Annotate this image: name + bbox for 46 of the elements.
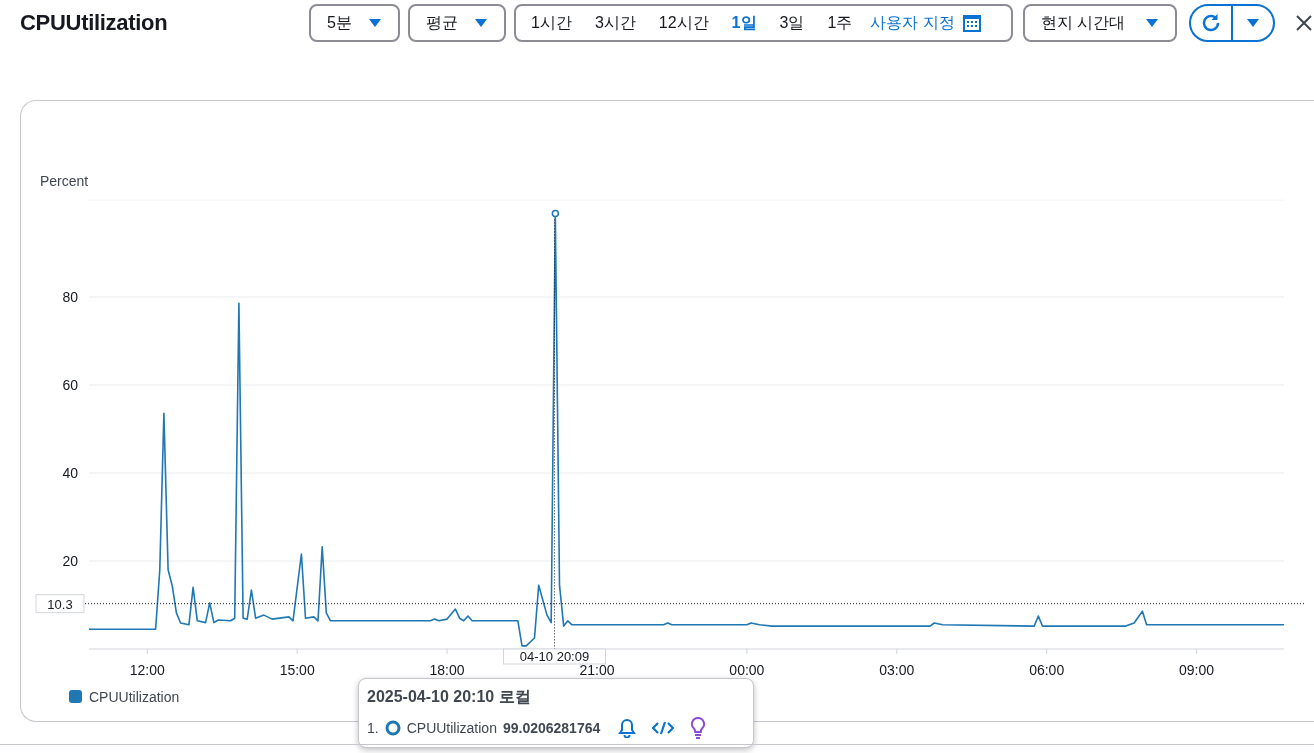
x-tick-label: 03:00: [879, 662, 915, 678]
time-range-option[interactable]: 1주: [818, 12, 862, 34]
y-tick-label: 40: [62, 465, 78, 481]
time-range-option[interactable]: 12시간: [649, 12, 718, 34]
statistic-dropdown[interactable]: 평균: [408, 4, 506, 42]
x-tick-label: 15:00: [279, 662, 315, 678]
x-tick-label: 09:00: [1179, 662, 1215, 678]
x-value-label: 04-10 20:09: [503, 648, 606, 665]
period-dropdown[interactable]: 5분: [309, 4, 400, 42]
y-tick-label: 60: [62, 377, 78, 393]
series-ring-icon: [384, 720, 401, 736]
x-tick-label: 06:00: [1029, 662, 1065, 678]
x-tick-label: 18:00: [429, 662, 465, 678]
series-value: 99.0206281764: [502, 720, 601, 736]
lightbulb-icon[interactable]: [690, 717, 707, 739]
calendar-icon[interactable]: [962, 14, 981, 32]
legend-label[interactable]: CPUUtilization: [89, 689, 180, 705]
caret-icon: [474, 18, 488, 28]
x-tick-label: 12:00: [129, 662, 165, 678]
caret-icon: [1145, 18, 1159, 28]
ref-line-label: 10.3: [47, 596, 73, 612]
y-tick-label: 80: [62, 289, 78, 305]
bell-icon[interactable]: [618, 718, 637, 738]
time-range-option[interactable]: 1일: [722, 12, 766, 34]
series-name: CPUUtilization: [406, 720, 497, 736]
time-range-option[interactable]: 3시간: [585, 12, 645, 34]
close-button[interactable]: [1295, 14, 1313, 32]
tooltip-title: 2025-04-10 20:10 로컬: [367, 687, 532, 707]
y-axis-label: Percent: [40, 173, 89, 189]
time-range-option[interactable]: 1시간: [522, 12, 581, 34]
x-tick-label: 00:00: [729, 662, 765, 678]
x-tick-label: 21:00: [579, 662, 615, 678]
time-range-option[interactable]: 3일: [770, 12, 814, 34]
y-tick-label: 20: [62, 553, 78, 569]
highlight-point: [551, 209, 560, 218]
metric-title: CPUUtilization: [20, 10, 169, 36]
close-icon: [1295, 14, 1313, 32]
custom-range-link[interactable]: 사용자 지정: [866, 12, 959, 34]
y-value-label: 10.3: [35, 594, 85, 614]
caret-icon: [368, 18, 382, 28]
ref-line-label: 04-10 20:09: [519, 649, 590, 664]
caret-icon: [1246, 18, 1260, 28]
row-index: 1.: [367, 720, 379, 736]
timezone-dropdown[interactable]: 현지 시간대: [1023, 4, 1177, 42]
refresh-icon: [1200, 12, 1222, 34]
code-icon[interactable]: [652, 720, 675, 736]
